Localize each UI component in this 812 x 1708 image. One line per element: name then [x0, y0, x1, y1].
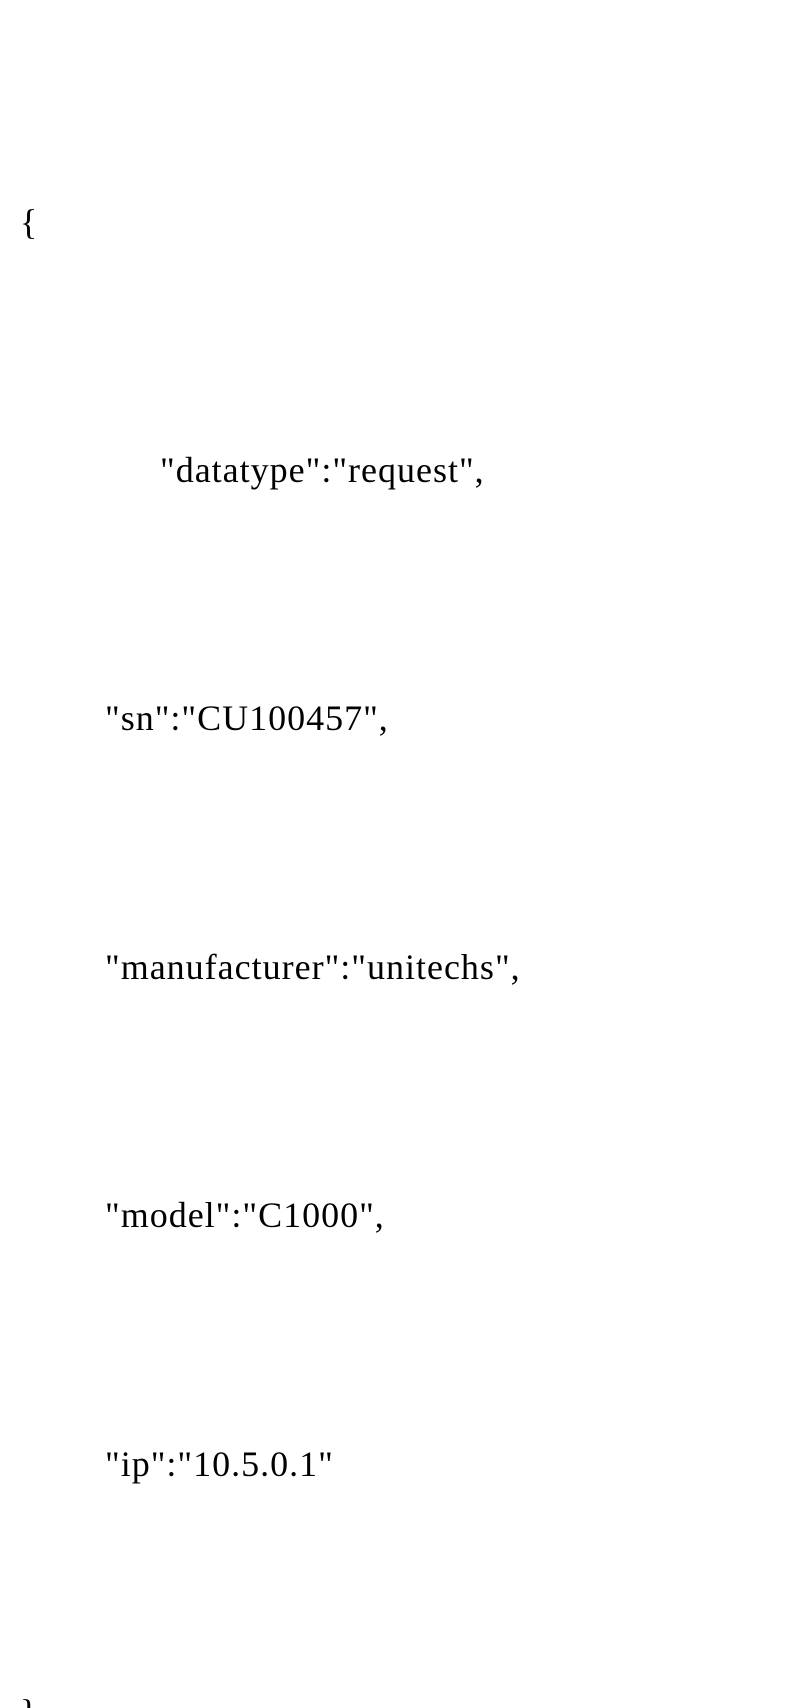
- json-line-manufacturer: "manufacturer":"unitechs",: [20, 926, 792, 1009]
- json-line-datatype: "datatype":"request",: [20, 429, 792, 512]
- open-brace: {: [20, 181, 792, 264]
- json-code-block: { "datatype":"request", "sn":"CU100457",…: [20, 15, 792, 1708]
- close-brace: }: [20, 1671, 792, 1708]
- json-line-ip: "ip":"10.5.0.1": [20, 1423, 792, 1506]
- json-line-sn: "sn":"CU100457",: [20, 677, 792, 760]
- json-line-model: "model":"C1000",: [20, 1174, 792, 1257]
